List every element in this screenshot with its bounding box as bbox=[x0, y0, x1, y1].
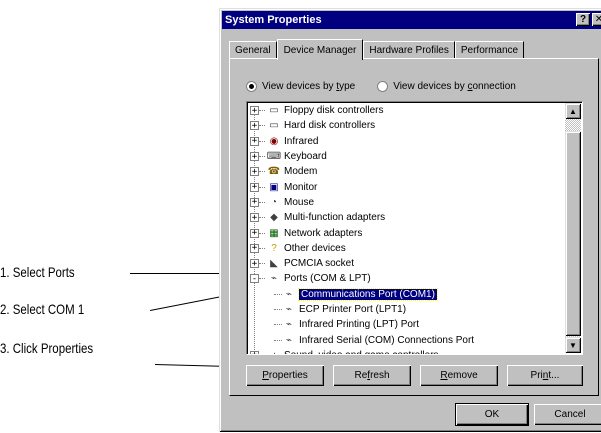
port-connector-icon: ⌁ bbox=[285, 288, 293, 300]
tab-strip: General Device Manager Hardware Profiles… bbox=[229, 37, 525, 60]
print-button[interactable]: Print... bbox=[507, 365, 583, 386]
tree-category-item[interactable]: + ◉ Infrared bbox=[247, 134, 566, 149]
tree-category-item[interactable]: + ◣ PCMCIA socket bbox=[247, 256, 566, 271]
expand-icon[interactable]: + bbox=[250, 182, 259, 192]
callout-select-com1: 2. Select COM 1 bbox=[0, 301, 85, 317]
tree-item-label: PCMCIA socket bbox=[284, 258, 355, 270]
tab-hardware-profiles[interactable]: Hardware Profiles bbox=[363, 41, 455, 59]
view-by-type-label[interactable]: View devices by type bbox=[262, 81, 355, 92]
expand-icon[interactable]: + bbox=[250, 197, 259, 207]
hdd-controller-icon: ▭ bbox=[269, 120, 279, 132]
tree-item-label: Monitor bbox=[284, 181, 318, 193]
expand-icon[interactable]: + bbox=[250, 121, 259, 131]
device-tree-list: + ▭ Floppy disk controllers + ▭ Hard disk con… bbox=[247, 103, 566, 354]
system-properties-window: System Properties ? ✕ General Device Man… bbox=[219, 8, 601, 432]
tab-performance[interactable]: Performance bbox=[454, 41, 525, 59]
view-by-connection-radio[interactable] bbox=[377, 81, 389, 92]
callout-click-properties: 3. Click Properties bbox=[0, 340, 94, 356]
help-button[interactable]: ? bbox=[576, 13, 590, 26]
tab-device-manager[interactable]: Device Manager bbox=[276, 39, 364, 60]
expand-icon[interactable]: + bbox=[250, 228, 259, 238]
cancel-button[interactable]: Cancel bbox=[534, 404, 601, 425]
expand-icon[interactable]: + bbox=[250, 259, 259, 269]
device-tree[interactable]: + ▭ Floppy disk controllers + ▭ Hard disk con… bbox=[246, 101, 583, 355]
infrared-icon: ◉ bbox=[269, 135, 279, 147]
title-bar: System Properties ? ✕ bbox=[222, 11, 601, 29]
sound-icon: ♪ bbox=[267, 349, 281, 354]
tree-child-item[interactable]: ⌁ Communications Port (COM1) bbox=[247, 287, 566, 302]
expand-icon[interactable]: + bbox=[250, 350, 259, 354]
tree-item-label: Ports (COM & LPT) bbox=[284, 273, 371, 285]
question-icon: ? bbox=[271, 242, 277, 254]
tree-item-label: Communications Port (COM1) bbox=[298, 287, 438, 301]
scroll-down-button[interactable]: ▼ bbox=[565, 337, 581, 353]
tree-category-item[interactable]: + ▭ Floppy disk controllers bbox=[247, 103, 566, 118]
view-options: View devices by type View devices by con… bbox=[246, 81, 516, 92]
tree-child-item[interactable]: ⌁ Infrared Printing (LPT) Port bbox=[247, 317, 566, 332]
remove-button[interactable]: Remove bbox=[420, 365, 498, 386]
close-button[interactable]: ✕ bbox=[592, 13, 601, 26]
scroll-up-button[interactable]: ▲ bbox=[565, 103, 581, 119]
pcmcia-icon: ◣ bbox=[270, 258, 278, 270]
tree-category-item[interactable]: + ☎ Modem bbox=[247, 164, 566, 179]
tree-child-item[interactable]: ⌁ Infrared Serial (COM) Connections Port bbox=[247, 332, 566, 347]
monitor-icon: ▣ bbox=[269, 181, 279, 193]
expand-icon[interactable]: + bbox=[250, 243, 259, 253]
tree-item-label: ECP Printer Port (LPT1) bbox=[299, 304, 407, 315]
collapse-icon[interactable]: - bbox=[250, 274, 259, 284]
expand-icon[interactable]: + bbox=[250, 152, 259, 162]
expand-icon[interactable]: + bbox=[250, 106, 259, 116]
tree-item-label: Floppy disk controllers bbox=[284, 105, 384, 117]
tree-category-item[interactable]: + ▦ Network adapters bbox=[247, 225, 566, 240]
tab-general[interactable]: General bbox=[229, 41, 277, 59]
tree-item-label: Modem bbox=[284, 166, 318, 178]
floppy-controller-icon: ▭ bbox=[269, 105, 279, 117]
tree-item-label: Infrared Printing (LPT) Port bbox=[299, 319, 420, 331]
callout-select-ports: 1. Select Ports bbox=[0, 264, 75, 280]
expand-icon[interactable]: + bbox=[250, 136, 259, 146]
scroll-thumb[interactable] bbox=[565, 131, 581, 336]
multifunction-icon: ◆ bbox=[270, 212, 278, 224]
window-title: System Properties bbox=[225, 14, 322, 26]
tree-category-item[interactable]: +? Other devices bbox=[247, 241, 566, 256]
tree-category-item[interactable]: - ⌁ Ports (COM & LPT) bbox=[247, 271, 566, 286]
tree-item-label: Mouse bbox=[284, 196, 315, 208]
device-manager-panel: View devices by type View devices by con… bbox=[229, 58, 599, 396]
tree-item-label: Keyboard bbox=[284, 151, 327, 163]
port-connector-icon: ⌁ bbox=[285, 319, 293, 331]
tree-item-label: Hard disk controllers bbox=[284, 120, 376, 132]
view-by-connection-label[interactable]: View devices by connection bbox=[393, 81, 516, 92]
properties-button[interactable]: Properties bbox=[246, 365, 324, 386]
tree-item-label: Multi-function adapters bbox=[284, 212, 386, 224]
network-adapter-icon: ▦ bbox=[269, 227, 279, 239]
port-icon: ⌁ bbox=[270, 273, 278, 285]
tree-category-item[interactable]: + ◔ Mouse bbox=[247, 195, 566, 210]
tree-child-item[interactable]: ⌁ ECP Printer Port (LPT1) bbox=[247, 302, 566, 317]
tree-category-item[interactable]: + ♪Sound, video and game controllers bbox=[247, 348, 566, 354]
keyboard-icon: ⌨ bbox=[266, 151, 282, 163]
tree-item-label: Network adapters bbox=[284, 227, 363, 239]
ok-button[interactable]: OK bbox=[456, 404, 528, 425]
tree-item-label: Other devices bbox=[284, 242, 346, 254]
tree-category-item[interactable]: + ▣ Monitor bbox=[247, 179, 566, 194]
view-by-type-radio[interactable] bbox=[246, 81, 257, 92]
expand-icon[interactable]: + bbox=[250, 167, 259, 177]
modem-icon: ☎ bbox=[267, 166, 281, 178]
port-connector-icon: ⌁ bbox=[285, 304, 293, 315]
tree-scrollbar[interactable]: ▲ ▼ bbox=[565, 103, 581, 353]
tree-category-item[interactable]: + ▭ Hard disk controllers bbox=[247, 118, 566, 133]
tree-category-item[interactable]: + ◆ Multi-function adapters bbox=[247, 210, 566, 225]
port-connector-icon: ⌁ bbox=[285, 334, 293, 346]
tree-item-label: Infrared Serial (COM) Connections Port bbox=[299, 334, 475, 346]
mouse-icon: ◔ bbox=[270, 196, 278, 208]
tree-category-item[interactable]: + ⌨ Keyboard bbox=[247, 149, 566, 164]
expand-icon[interactable]: + bbox=[250, 213, 259, 223]
refresh-button[interactable]: Refresh bbox=[333, 365, 411, 386]
tree-item-label: Infrared bbox=[284, 135, 319, 147]
tree-item-label: Sound, video and game controllers bbox=[284, 350, 439, 354]
